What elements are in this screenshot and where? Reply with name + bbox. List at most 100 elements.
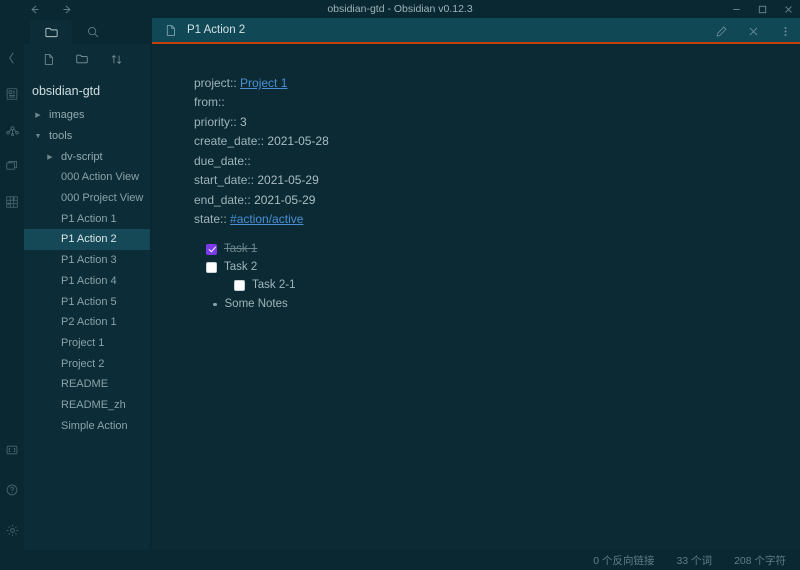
tree-file-row[interactable]: P1 Action 3 (24, 250, 150, 271)
task-checkbox-unchecked[interactable] (206, 262, 217, 274)
close-icon[interactable] (746, 24, 760, 38)
tree-item-label: Project 2 (61, 357, 105, 370)
bullet-label: Some Notes (224, 297, 288, 310)
left-ribbon (0, 18, 24, 550)
quick-switcher-icon[interactable] (0, 76, 24, 112)
tree-file-row[interactable]: P2 Action 1 (24, 312, 150, 333)
tab-label: P1 Action 2 (187, 24, 246, 36)
tree-folder-row[interactable]: ▼ tools (24, 126, 150, 147)
settings-gear-icon[interactable] (0, 510, 24, 550)
forward-arrow-icon[interactable] (61, 3, 74, 16)
minimize-icon[interactable] (730, 3, 742, 15)
tree-file-row[interactable]: README_zh (24, 395, 150, 416)
metadata-key: project:: (194, 76, 241, 90)
metadata-key: start_date:: (194, 173, 258, 188)
file-tree: ▶ images ▼ tools ▶ dv-script 000 Action View 00… (24, 105, 150, 550)
tree-item-label: P1 Action 2 (61, 233, 117, 246)
note-editor[interactable]: project:: Project 1 from:: priority:: 3 cre… (152, 44, 800, 550)
tab-bar: P1 Action 2 (152, 18, 800, 44)
close-icon[interactable] (782, 3, 794, 15)
pencil-icon[interactable] (714, 24, 728, 38)
vault-name[interactable]: obsidian-gtd (24, 74, 150, 105)
internal-link[interactable]: #action/active (230, 212, 303, 226)
chevron-down-icon[interactable]: ▼ (32, 133, 44, 140)
metadata-line: from:: (194, 93, 800, 112)
task-item: Task 1 (206, 242, 800, 259)
task-item: Task 2-1 (206, 278, 800, 295)
word-count[interactable]: 33 个词 (676, 553, 712, 568)
window-title: obsidian-gtd - Obsidian v0.12.3 (327, 3, 473, 15)
metadata-line: create_date:: 2021-05-28 (194, 132, 800, 151)
tree-item-label: 000 Action View (61, 171, 140, 184)
metadata-key: due_date:: (194, 153, 251, 168)
tree-file-row[interactable]: P1 Action 5 (24, 291, 150, 312)
tab-actions (714, 18, 792, 44)
metadata-value: 3 (240, 114, 247, 129)
tree-item-label: P1 Action 4 (61, 274, 117, 287)
task-label: Task 2 (224, 261, 258, 274)
maximize-icon[interactable] (756, 3, 768, 15)
collapse-sidebar-handle[interactable] (2, 42, 20, 74)
backlink-count[interactable]: 0 个反向链接 (593, 553, 654, 568)
workspaces-icon[interactable] (0, 148, 24, 184)
tree-file-row[interactable]: Project 2 (24, 353, 150, 374)
status-bar: 0 个反向链接 33 个词 208 个字符 (0, 550, 800, 570)
main-pane: P1 Action 2 project:: Project 1 from:: p… (150, 18, 800, 550)
metadata-key: state:: (194, 212, 231, 227)
tree-item-label: Project 1 (61, 336, 105, 349)
tree-item-label: P2 Action 1 (61, 316, 117, 329)
chevron-right-icon[interactable]: ▶ (44, 153, 56, 161)
metadata-key: create_date:: (194, 134, 268, 149)
metadata-line: start_date:: 2021-05-29 (194, 171, 800, 190)
metadata-line: due_date:: (194, 152, 800, 171)
app-body: obsidian-gtd ▶ images ▼ tools ▶ dv-script 000 … (0, 18, 800, 550)
metadata-line: priority:: 3 (194, 113, 800, 132)
metadata-value: 2021-05-29 (254, 192, 316, 207)
tree-item-label: P1 Action 1 (61, 212, 117, 225)
tree-file-row[interactable]: 000 Action View (24, 167, 150, 188)
tree-file-row[interactable]: Simple Action (24, 415, 150, 436)
back-arrow-icon[interactable] (28, 3, 41, 16)
metadata-line: end_date:: 2021-05-29 (194, 191, 800, 210)
document-icon (164, 24, 177, 37)
new-note-button[interactable] (40, 51, 56, 67)
task-item: Task 2 (206, 260, 800, 277)
task-checkbox-unchecked[interactable] (234, 280, 245, 292)
file-explorer-sidebar: obsidian-gtd ▶ images ▼ tools ▶ dv-script 000 … (8, 18, 150, 550)
bullet-dot-icon (213, 302, 217, 306)
window-controls (730, 0, 794, 18)
tree-file-row[interactable]: P1 Action 2 (24, 229, 150, 250)
task-checkbox-checked[interactable] (206, 244, 217, 256)
tree-file-row[interactable]: README (24, 374, 150, 395)
note-metadata: project:: Project 1 from:: priority:: 3 cre… (194, 74, 800, 230)
new-folder-button[interactable] (74, 51, 90, 67)
metadata-key: end_date:: (194, 192, 255, 207)
obsidian-window: obsidian-gtd - Obsidian v0.12.3 obsidian… (0, 0, 800, 570)
tree-file-row[interactable]: P1 Action 1 (24, 208, 150, 229)
graph-view-icon[interactable] (0, 112, 24, 148)
metadata-key: from:: (194, 95, 225, 110)
tree-file-row[interactable]: 000 Project View (24, 188, 150, 209)
task-list: Task 1 Task 2 Task 2-1 Some Notes (194, 242, 800, 313)
active-tab[interactable]: P1 Action 2 (152, 17, 257, 43)
open-vault-icon[interactable] (0, 430, 24, 470)
tree-file-row[interactable]: Project 1 (24, 333, 150, 354)
vertical-dots-icon[interactable] (778, 24, 792, 38)
chevron-right-icon[interactable]: ▶ (32, 111, 44, 119)
tree-item-label: Simple Action (61, 419, 128, 432)
help-icon[interactable] (0, 470, 24, 510)
tree-folder-row[interactable]: ▶ images (24, 105, 150, 126)
plugins-icon[interactable] (0, 184, 24, 220)
file-explorer-tab[interactable] (30, 20, 72, 44)
sort-button[interactable] (108, 51, 124, 67)
metadata-value: 2021-05-28 (267, 134, 329, 149)
search-tab[interactable] (72, 20, 114, 44)
sidebar-tabs (24, 18, 150, 44)
internal-link[interactable]: Project 1 (240, 76, 287, 90)
tree-item-label: README_zh (61, 398, 126, 411)
char-count[interactable]: 208 个字符 (734, 553, 786, 568)
tree-item-label: P1 Action 5 (61, 295, 117, 308)
task-label: Task 1 (224, 243, 258, 256)
tree-file-row[interactable]: P1 Action 4 (24, 271, 150, 292)
tree-folder-row[interactable]: ▶ dv-script (24, 146, 150, 167)
